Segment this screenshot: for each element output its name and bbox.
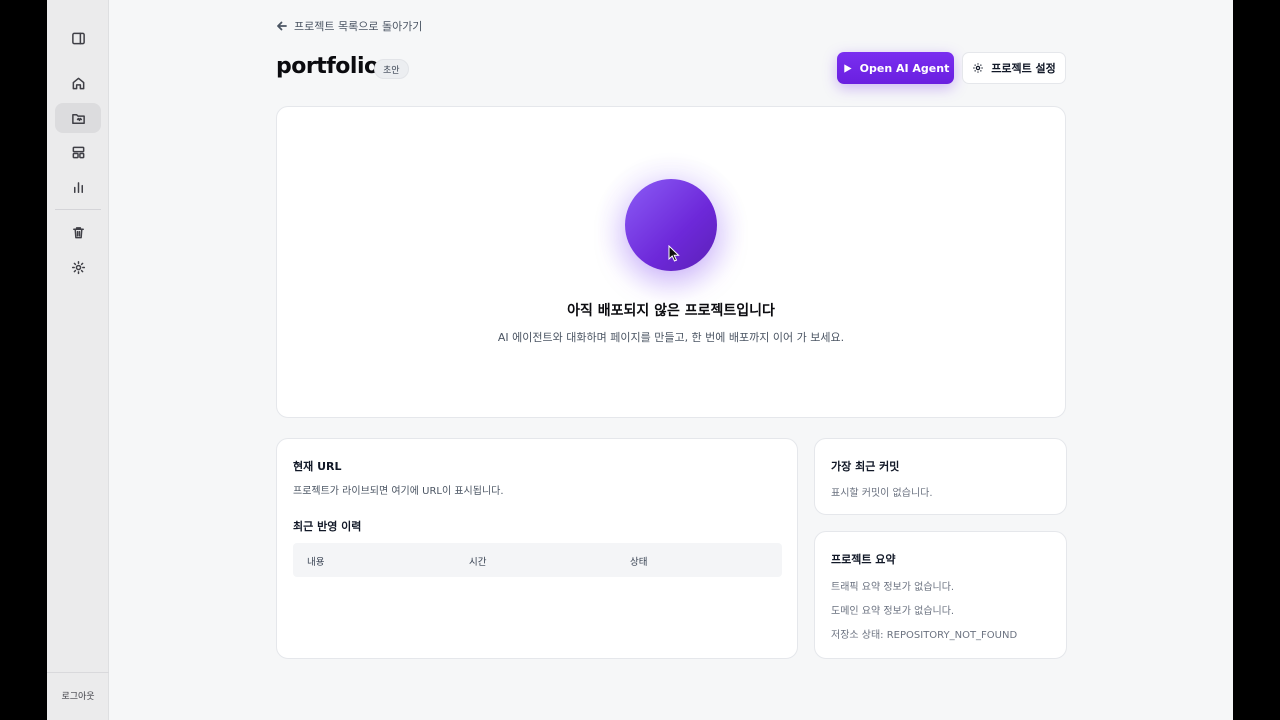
logout-button[interactable]: 로그아웃 — [47, 689, 109, 702]
latest-commit-card: 가장 최근 커밋 표시할 커밋이 없습니다. — [814, 438, 1067, 515]
summary-traffic: 트래픽 요약 정보가 없습니다. — [831, 582, 955, 593]
column-header-status: 상태 — [630, 557, 648, 568]
current-url-text: 프로젝트가 라이브되면 여기에 URL이 표시됩니다. — [293, 486, 504, 497]
mouse-cursor-icon — [668, 245, 680, 262]
deployment-status-card: 아직 배포되지 않은 프로젝트입니다 AI 에이전트와 대화하며 페이지를 만들… — [276, 106, 1066, 418]
sidebar-divider — [55, 209, 101, 210]
logout-divider — [47, 672, 109, 673]
column-header-time: 시간 — [469, 557, 487, 568]
app-window: 로그아웃 프로젝트 목록으로 돌아가기 portfolio 초안 Open AI… — [47, 0, 1233, 720]
gear-icon[interactable] — [55, 252, 101, 282]
open-ai-agent-label: Open AI Agent — [859, 61, 950, 75]
sidebar: 로그아웃 — [47, 0, 109, 720]
back-link-label: 프로젝트 목록으로 돌아가기 — [294, 20, 423, 33]
summary-repository: 저장소 상태: REPOSITORY_NOT_FOUND — [831, 630, 1018, 641]
project-settings-label: 프로젝트 설정 — [991, 62, 1056, 75]
project-summary-title: 프로젝트 요약 — [831, 553, 896, 566]
arrow-left-icon — [277, 21, 287, 31]
history-table-header: 내용 시간 상태 — [293, 543, 782, 577]
trash-icon[interactable] — [55, 217, 101, 247]
hero-title: 아직 배포되지 않은 프로젝트입니다 — [567, 303, 775, 319]
page-title: portfolio — [276, 54, 379, 79]
project-settings-button[interactable]: 프로젝트 설정 — [962, 52, 1066, 84]
current-url-title: 현재 URL — [293, 460, 342, 473]
back-to-projects-link[interactable]: 프로젝트 목록으로 돌아가기 — [276, 18, 422, 34]
project-summary-card: 프로젝트 요약 트래픽 요약 정보가 없습니다. 도메인 요약 정보가 없습니다… — [814, 531, 1067, 659]
panel-toggle-icon[interactable] — [55, 23, 101, 53]
open-ai-agent-button[interactable]: Open AI Agent — [837, 52, 954, 84]
latest-commit-text: 표시할 커밋이 없습니다. — [831, 488, 933, 499]
home-icon[interactable] — [55, 68, 101, 98]
summary-domain: 도메인 요약 정보가 없습니다. — [831, 606, 955, 617]
history-title: 최근 반영 이력 — [293, 520, 362, 533]
current-url-card: 현재 URL 프로젝트가 라이브되면 여기에 URL이 표시됩니다. 최근 반영… — [276, 438, 798, 659]
folder-icon[interactable] — [55, 103, 101, 133]
status-badge: 초안 — [374, 59, 409, 79]
chart-icon[interactable] — [55, 172, 101, 202]
column-header-content: 내용 — [307, 557, 325, 568]
layout-icon[interactable] — [55, 137, 101, 167]
gear-icon — [973, 63, 983, 73]
latest-commit-title: 가장 최근 커밋 — [831, 460, 900, 473]
hero-description: AI 에이전트와 대화하며 페이지를 만들고, 한 번에 배포까지 이어 가 보… — [497, 331, 845, 344]
play-icon — [843, 63, 852, 73]
